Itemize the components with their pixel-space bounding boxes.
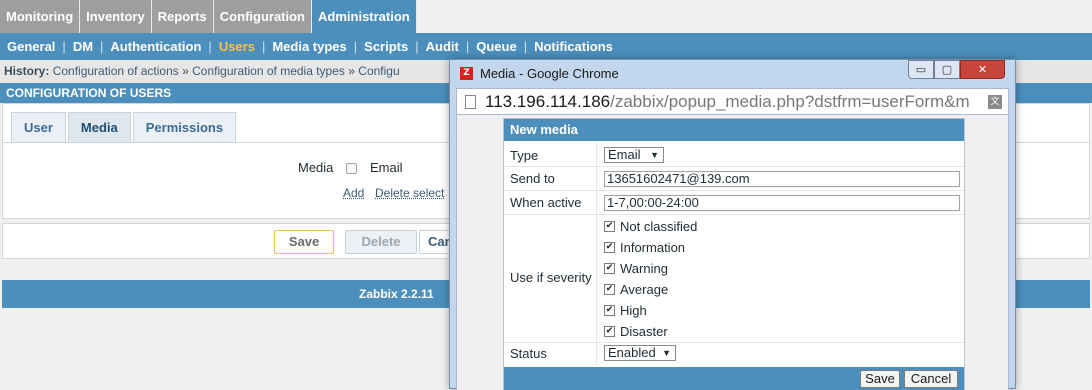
severity-high[interactable]: ✔ High <box>604 302 647 318</box>
row-divider <box>504 342 964 343</box>
subnav-separator: | <box>353 39 358 54</box>
checkbox-checked-icon[interactable]: ✔ <box>604 304 615 316</box>
row-divider <box>504 214 964 215</box>
delete-button[interactable]: Delete <box>345 230 417 254</box>
minimize-button[interactable]: ▭ <box>908 60 934 79</box>
url-host: 113.196.114.186 <box>485 92 611 111</box>
nav-tab-monitoring[interactable]: Monitoring <box>0 0 81 33</box>
popup-title: Media - Google Chrome <box>480 66 619 81</box>
page-icon <box>465 95 476 109</box>
sub-navigation: General | DM | Authentication | Users | Medi… <box>0 33 1092 60</box>
checkbox-checked-icon[interactable]: ✔ <box>604 262 615 274</box>
subnav-separator: | <box>208 39 212 54</box>
subnav-audit[interactable]: Audit <box>426 39 459 54</box>
nav-tab-reports[interactable]: Reports <box>151 0 214 33</box>
form-footer: Save Cancel <box>504 367 964 390</box>
type-select[interactable]: Email ▼ <box>604 147 664 163</box>
checkbox-checked-icon[interactable]: ✔ <box>604 283 615 295</box>
sendto-label: Send to <box>510 171 555 186</box>
media-type-email: Email <box>370 160 403 175</box>
history-separator: » <box>348 64 355 78</box>
delete-selected-link[interactable]: Delete select <box>375 186 444 200</box>
url-path: /zabbix/popup_media.php?dstfrm=userForm&… <box>610 92 970 111</box>
severity-label: Disaster <box>620 323 668 339</box>
translate-icon[interactable]: 文 <box>988 95 1002 109</box>
checkbox-checked-icon[interactable]: ✔ <box>604 325 615 337</box>
severity-warning[interactable]: ✔ Warning <box>604 260 668 276</box>
checkbox-checked-icon[interactable]: ✔ <box>604 220 615 232</box>
history-link[interactable]: Configu <box>358 64 399 78</box>
dropdown-arrow-icon: ▼ <box>662 348 671 358</box>
new-media-form: New media Type Email ▼ Send to 136516024… <box>503 118 965 390</box>
subnav-separator: | <box>100 39 104 54</box>
media-label: Media <box>298 160 334 175</box>
status-label: Status <box>510 346 547 361</box>
tab-user[interactable]: User <box>11 112 66 142</box>
subnav-separator: | <box>261 39 266 54</box>
tab-media[interactable]: Media <box>67 112 131 142</box>
history-link[interactable]: Configuration of media types <box>192 64 345 78</box>
when-active-label: When active <box>510 195 582 210</box>
checkbox-checked-icon[interactable]: ✔ <box>604 241 615 253</box>
type-label: Type <box>510 148 539 163</box>
popup-titlebar[interactable]: Z Media - Google Chrome ▭ ▢ ✕ <box>450 60 1015 88</box>
media-select-checkbox[interactable] <box>346 163 357 174</box>
status-select[interactable]: Enabled ▼ <box>604 345 676 361</box>
save-button[interactable]: Save <box>274 230 334 254</box>
history-link[interactable]: Configuration of actions <box>53 64 179 78</box>
severity-label: Not classified <box>620 218 698 234</box>
status-select-value: Enabled <box>608 345 656 360</box>
add-media-link[interactable]: Add <box>343 186 364 200</box>
use-if-severity-label: Use if severity <box>510 270 592 285</box>
subnav-separator: | <box>523 39 528 54</box>
subnav-separator: | <box>465 39 470 54</box>
severity-label: Information <box>620 239 686 255</box>
user-tabs: User Media Permissions <box>11 112 238 142</box>
form-heading: New media <box>504 119 964 141</box>
severity-label: Warning <box>620 260 668 276</box>
history-separator: » <box>182 64 189 78</box>
subnav-dm[interactable]: DM <box>73 39 93 54</box>
subnav-notifications[interactable]: Notifications <box>534 39 613 54</box>
row-divider <box>504 190 964 191</box>
zabbix-app-icon: Z <box>460 67 473 80</box>
subnav-media-types[interactable]: Media types <box>272 39 346 54</box>
subnav-users[interactable]: Users <box>219 39 255 54</box>
media-popup-window: Z Media - Google Chrome ▭ ▢ ✕ 113.196.11… <box>449 59 1016 390</box>
severity-label: High <box>620 302 647 318</box>
severity-information[interactable]: ✔ Information <box>604 239 685 255</box>
tab-permissions[interactable]: Permissions <box>132 112 237 142</box>
nav-tab-administration[interactable]: Administration <box>312 0 417 33</box>
footer-version: Zabbix 2.2.11 <box>359 287 434 301</box>
subnav-separator: | <box>62 39 66 54</box>
subnav-authentication[interactable]: Authentication <box>110 39 201 54</box>
nav-tab-configuration[interactable]: Configuration <box>213 0 313 33</box>
popup-url-bar[interactable]: 113.196.114.186/zabbix/popup_media.php?d… <box>456 88 1009 115</box>
history-label: History: <box>4 64 50 78</box>
close-window-button[interactable]: ✕ <box>960 60 1005 79</box>
subnav-general[interactable]: General <box>7 39 55 54</box>
nav-tab-inventory[interactable]: Inventory <box>80 0 152 33</box>
severity-average[interactable]: ✔ Average <box>604 281 668 297</box>
popup-body: New media Type Email ▼ Send to 136516024… <box>456 115 1009 390</box>
popup-save-button[interactable]: Save <box>860 370 900 388</box>
column-divider <box>596 141 597 366</box>
subnav-queue[interactable]: Queue <box>476 39 516 54</box>
top-navigation: Monitoring Inventory Reports Configurati… <box>0 0 417 33</box>
severity-disaster[interactable]: ✔ Disaster <box>604 323 668 339</box>
dropdown-arrow-icon: ▼ <box>650 150 659 160</box>
sendto-input[interactable]: 13651602471@139.com <box>604 171 960 187</box>
subnav-separator: | <box>415 39 419 54</box>
severity-not-classified[interactable]: ✔ Not classified <box>604 218 697 234</box>
maximize-button[interactable]: ▢ <box>934 60 960 79</box>
when-active-input[interactable]: 1-7,00:00-24:00 <box>604 195 960 211</box>
popup-cancel-button[interactable]: Cancel <box>904 370 958 388</box>
subnav-scripts[interactable]: Scripts <box>364 39 408 54</box>
type-select-value: Email <box>608 147 641 162</box>
row-divider <box>504 166 964 167</box>
severity-label: Average <box>620 281 669 297</box>
